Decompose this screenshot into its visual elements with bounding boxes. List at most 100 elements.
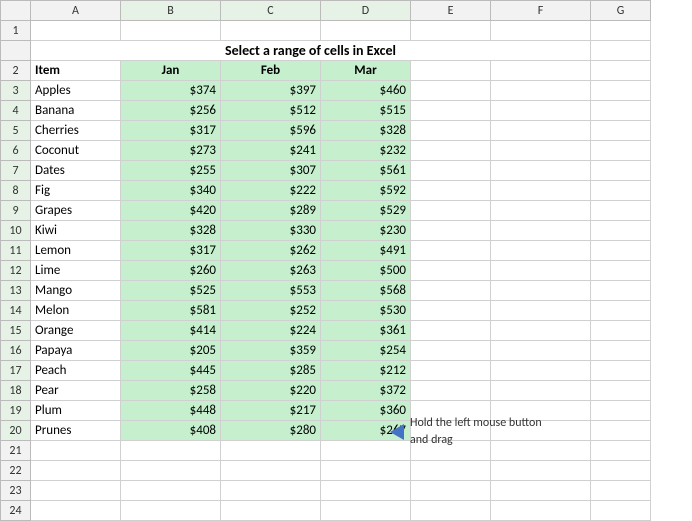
table-row: 8Fig$340$222$592 — [1, 181, 651, 201]
header-feb: Feb — [221, 61, 321, 81]
col-header-d: D — [321, 1, 411, 21]
corner-cell — [1, 1, 31, 21]
cell-feb: $397 — [221, 81, 321, 101]
row-num-2: 2 — [1, 61, 31, 81]
cell-feb: $263 — [221, 261, 321, 281]
table-row: 16Papaya$205$359$254 — [1, 341, 651, 361]
cell-feb: $252 — [221, 301, 321, 321]
cell-item: Plum — [31, 401, 121, 421]
row-num-17: 17 — [1, 361, 31, 381]
table-row: 4Banana$256$512$515 — [1, 101, 651, 121]
cell-jan: $273 — [121, 141, 221, 161]
row-num-20: 20 — [1, 421, 31, 441]
col-header-f: F — [491, 1, 591, 21]
row-num-1: 1 — [1, 21, 31, 41]
cell-jan: $258 — [121, 381, 221, 401]
cell-feb: $596 — [221, 121, 321, 141]
row-num-15: 15 — [1, 321, 31, 341]
cell-item: Orange — [31, 321, 121, 341]
annotation: Hold the left mouse button and drag — [390, 415, 542, 449]
table-row: 6Coconut$273$241$232 — [1, 141, 651, 161]
table-row: 7Dates$255$307$561 — [1, 161, 651, 181]
col-header-g: G — [591, 1, 651, 21]
cell-jan: $255 — [121, 161, 221, 181]
cell-jan: $445 — [121, 361, 221, 381]
excel-grid: A B C D E F G 1 — [0, 0, 651, 521]
table-row: 5Cherries$317$596$328 — [1, 121, 651, 141]
cell-jan: $205 — [121, 341, 221, 361]
cell-mar: $568 — [321, 281, 411, 301]
cell-feb: $217 — [221, 401, 321, 421]
column-header-row: A B C D E F G — [1, 1, 651, 21]
row-num-12: 12 — [1, 261, 31, 281]
row-num-14: 14 — [1, 301, 31, 321]
table-row: 19Plum$448$217$360 — [1, 401, 651, 421]
cell-jan: $340 — [121, 181, 221, 201]
row-num-18: 18 — [1, 381, 31, 401]
cell-jan: $317 — [121, 121, 221, 141]
col-header-b: B — [121, 1, 221, 21]
table-row: 17Peach$445$285$212 — [1, 361, 651, 381]
cell-jan: $256 — [121, 101, 221, 121]
cell-mar: $372 — [321, 381, 411, 401]
cell-mar: $361 — [321, 321, 411, 341]
header-jan: Jan — [121, 61, 221, 81]
table-row: 12Lime$260$263$500 — [1, 261, 651, 281]
cell-jan: $374 — [121, 81, 221, 101]
row-num-5: 5 — [1, 121, 31, 141]
cell-item: Melon — [31, 301, 121, 321]
table-row: 10Kiwi$328$330$230 — [1, 221, 651, 241]
row-num-7: 7 — [1, 161, 31, 181]
header-mar: Mar — [321, 61, 411, 81]
cell-feb: $224 — [221, 321, 321, 341]
annotation-text: Hold the left mouse button and drag — [410, 415, 542, 449]
cell-jan: $317 — [121, 241, 221, 261]
cell-item: Pear — [31, 381, 121, 401]
cell-item: Mango — [31, 281, 121, 301]
cell-mar: $561 — [321, 161, 411, 181]
cell-feb: $359 — [221, 341, 321, 361]
cell-feb: $222 — [221, 181, 321, 201]
row-num-3: 3 — [1, 81, 31, 101]
cell-item: Fig — [31, 181, 121, 201]
table-row: 11Lemon$317$262$491 — [1, 241, 651, 261]
cell-item: Prunes — [31, 421, 121, 441]
row-num-9: 9 — [1, 201, 31, 221]
table-row: 20Prunes$408$280$267 — [1, 421, 651, 441]
cell-item: Grapes — [31, 201, 121, 221]
cell-jan: $408 — [121, 421, 221, 441]
cell-item: Kiwi — [31, 221, 121, 241]
cell-item: Cherries — [31, 121, 121, 141]
table-row: 3Apples$374$397$460 — [1, 81, 651, 101]
row-num-10: 10 — [1, 221, 31, 241]
cell-item: Banana — [31, 101, 121, 121]
cell-jan: $260 — [121, 261, 221, 281]
cell-feb: $262 — [221, 241, 321, 261]
cell-mar: $515 — [321, 101, 411, 121]
table-row: 21 — [1, 441, 651, 461]
cell-mar: $491 — [321, 241, 411, 261]
cell-feb: $307 — [221, 161, 321, 181]
row-num-16: 16 — [1, 341, 31, 361]
cell-feb: $280 — [221, 421, 321, 441]
row-num-11: 11 — [1, 241, 31, 261]
cell-feb: $220 — [221, 381, 321, 401]
table-row: 1 — [1, 21, 651, 41]
cell-item: Coconut — [31, 141, 121, 161]
cell-jan: $448 — [121, 401, 221, 421]
cell-jan: $581 — [121, 301, 221, 321]
cell-feb: $285 — [221, 361, 321, 381]
cell-mar: $232 — [321, 141, 411, 161]
cell-feb: $553 — [221, 281, 321, 301]
table-row: 14Melon$581$252$530 — [1, 301, 651, 321]
cell-jan: $414 — [121, 321, 221, 341]
cell-feb: $512 — [221, 101, 321, 121]
spreadsheet: A B C D E F G 1 — [0, 0, 692, 515]
title-row: Select a range of cells in Excel — [1, 41, 651, 61]
cell-item: Apples — [31, 81, 121, 101]
spreadsheet-title: Select a range of cells in Excel — [31, 41, 591, 61]
cell-mar: $460 — [321, 81, 411, 101]
cell-item: Papaya — [31, 341, 121, 361]
cell-mar: $230 — [321, 221, 411, 241]
cell-item: Peach — [31, 361, 121, 381]
